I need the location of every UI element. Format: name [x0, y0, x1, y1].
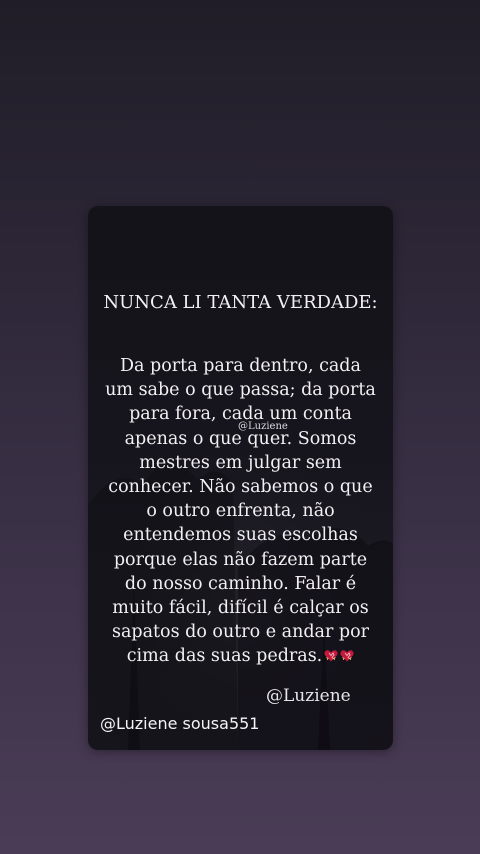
quote-title: NUNCA LI TANTA VERDADE:	[103, 292, 378, 313]
quote-card: NUNCA LI TANTA VERDADE: Da porta para de…	[88, 206, 393, 750]
user-handle-text[interactable]: @Luziene sousa551	[100, 714, 259, 733]
signature-text: @Luziene	[266, 686, 351, 706]
quote-body: Da porta para dentro, cada um sabe o que…	[104, 354, 377, 669]
watermark-text: @Luziene	[238, 421, 288, 432]
heart-icon	[340, 645, 354, 662]
heart-icon	[324, 645, 338, 662]
story-screen: { "quote": { "title": "NUNCA LI TANTA VE…	[0, 0, 480, 854]
quote-text: Da porta para dentro, cada um sabe o que…	[105, 356, 376, 667]
